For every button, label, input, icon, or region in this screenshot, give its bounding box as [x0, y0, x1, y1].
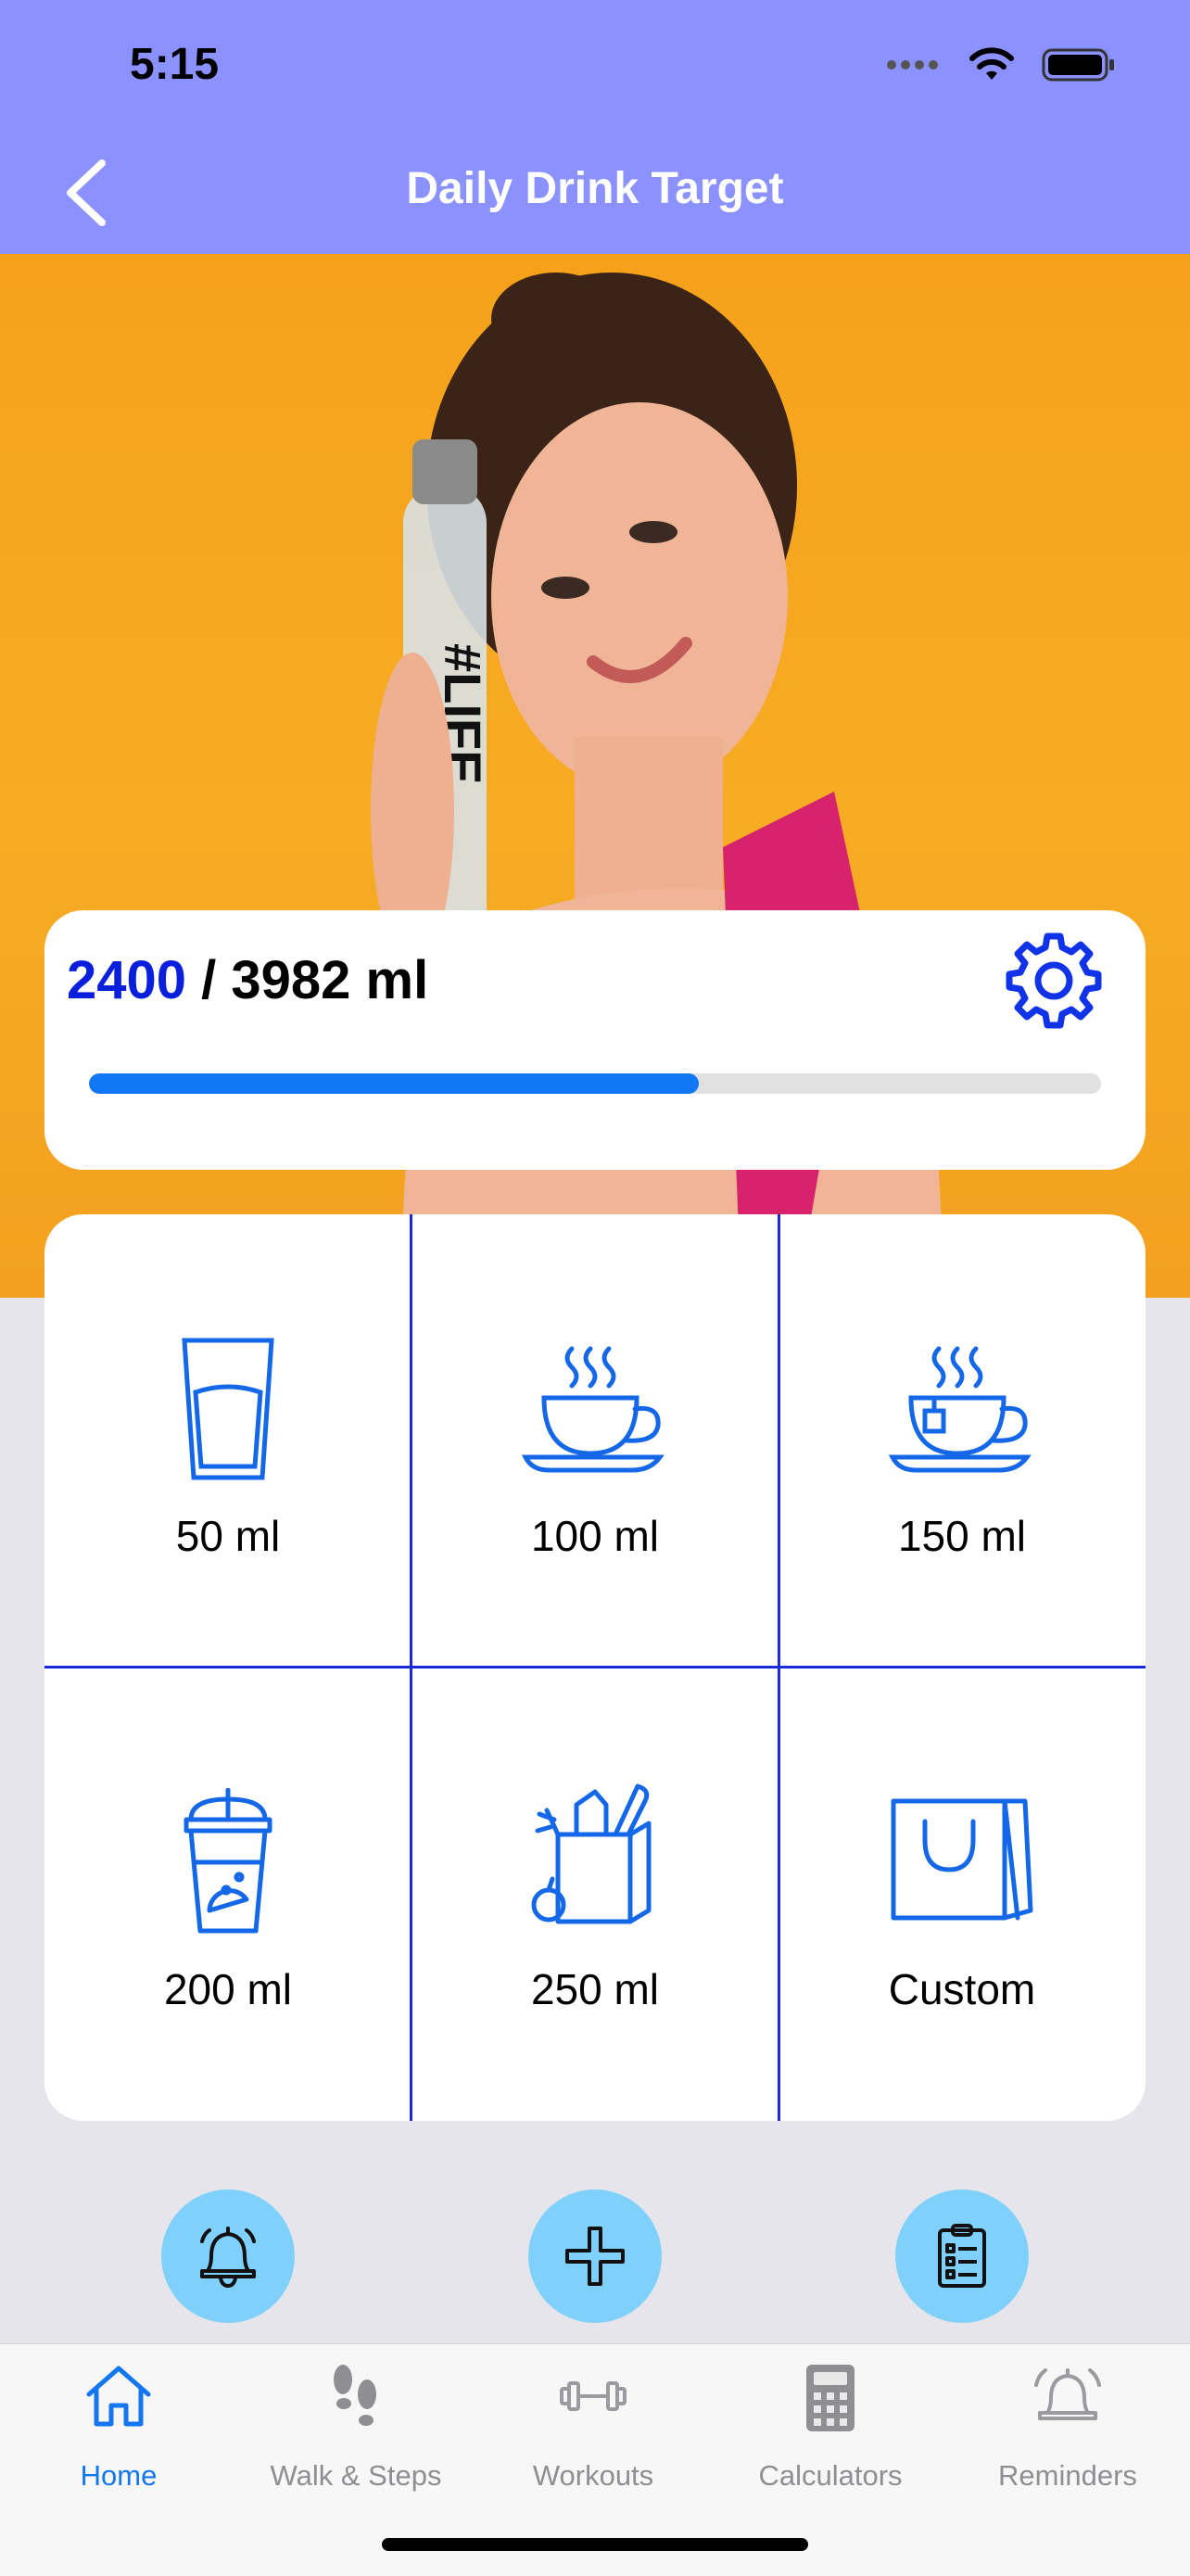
drink-option-label: 100 ml — [530, 1512, 660, 1560]
target-intake-value: 3982 ml — [231, 950, 429, 1010]
home-indicator — [382, 2538, 808, 2551]
tab-calculators-label: Calculators — [758, 2459, 903, 2492]
tab-calculators[interactable]: Calculators — [712, 2344, 949, 2511]
clipboard-icon — [938, 2224, 986, 2288]
calculator-icon — [806, 2365, 855, 2431]
drink-option-label: 50 ml — [175, 1512, 281, 1560]
tab-home-label: Home — [80, 2459, 158, 2492]
drink-option-label: 150 ml — [897, 1512, 1027, 1560]
current-intake-value: 2400 — [67, 950, 187, 1010]
wifi-icon — [969, 47, 1014, 80]
tab-home[interactable]: Home — [0, 2344, 237, 2511]
drink-option-label: 200 ml — [163, 1965, 293, 2013]
battery-icon — [1042, 48, 1114, 82]
drink-option-custom[interactable]: Custom — [779, 1668, 1146, 2121]
drink-option-150[interactable]: 150 ml — [779, 1214, 1146, 1668]
smoothie-cup-icon — [184, 1788, 272, 1934]
intake-progress-fill — [89, 1073, 700, 1094]
plus-icon — [565, 2227, 625, 2286]
gear-icon[interactable] — [1003, 929, 1105, 1031]
tea-cup-icon — [888, 1346, 1032, 1473]
status-time: 5:15 — [130, 40, 220, 89]
tab-walk-steps-label: Walk & Steps — [270, 2459, 442, 2492]
coffee-cup-icon — [521, 1346, 665, 1473]
drink-option-label: Custom — [888, 1965, 1036, 2013]
tab-reminders-label: Reminders — [998, 2459, 1137, 2492]
reminder-button[interactable] — [161, 2189, 295, 2323]
tab-reminders[interactable]: Reminders — [949, 2344, 1186, 2511]
drink-option-100[interactable]: 100 ml — [411, 1214, 779, 1668]
grocery-bag-icon — [531, 1783, 652, 1924]
home-icon — [86, 2366, 151, 2427]
intake-progress-bar — [89, 1073, 1101, 1094]
bell-icon — [200, 2227, 256, 2288]
tab-workouts[interactable]: Workouts — [475, 2344, 712, 2511]
status-bar: 5:15 — [0, 0, 1190, 130]
footprints-icon — [334, 2365, 376, 2426]
dumbbell-icon — [560, 2381, 627, 2411]
intake-separator: / — [186, 950, 232, 1010]
drink-option-50[interactable]: 50 ml — [44, 1214, 411, 1668]
shopping-bag-icon — [891, 1798, 1033, 1921]
status-icons — [886, 46, 1116, 83]
page-title: Daily Drink Target — [406, 164, 784, 213]
history-button[interactable] — [895, 2189, 1029, 2323]
navigation-bar: Daily Drink Target — [0, 130, 1190, 254]
drink-options-grid: 50 ml 100 ml 150 ml 200 ml 250 ml Custom — [44, 1214, 1146, 2121]
tab-workouts-label: Workouts — [532, 2459, 654, 2492]
drink-option-250[interactable]: 250 ml — [411, 1668, 779, 2121]
drink-option-label: 250 ml — [530, 1965, 660, 2013]
signal-icon — [887, 60, 938, 70]
drink-option-200[interactable]: 200 ml — [44, 1668, 411, 2121]
intake-progress-card: 2400 / 3982 ml — [44, 910, 1146, 1170]
add-drink-button[interactable] — [528, 2189, 662, 2323]
glass-icon — [182, 1338, 274, 1480]
tab-walk-steps[interactable]: Walk & Steps — [237, 2344, 475, 2511]
alarm-icon — [1034, 2368, 1101, 2420]
intake-summary: 2400 / 3982 ml — [67, 949, 428, 1011]
